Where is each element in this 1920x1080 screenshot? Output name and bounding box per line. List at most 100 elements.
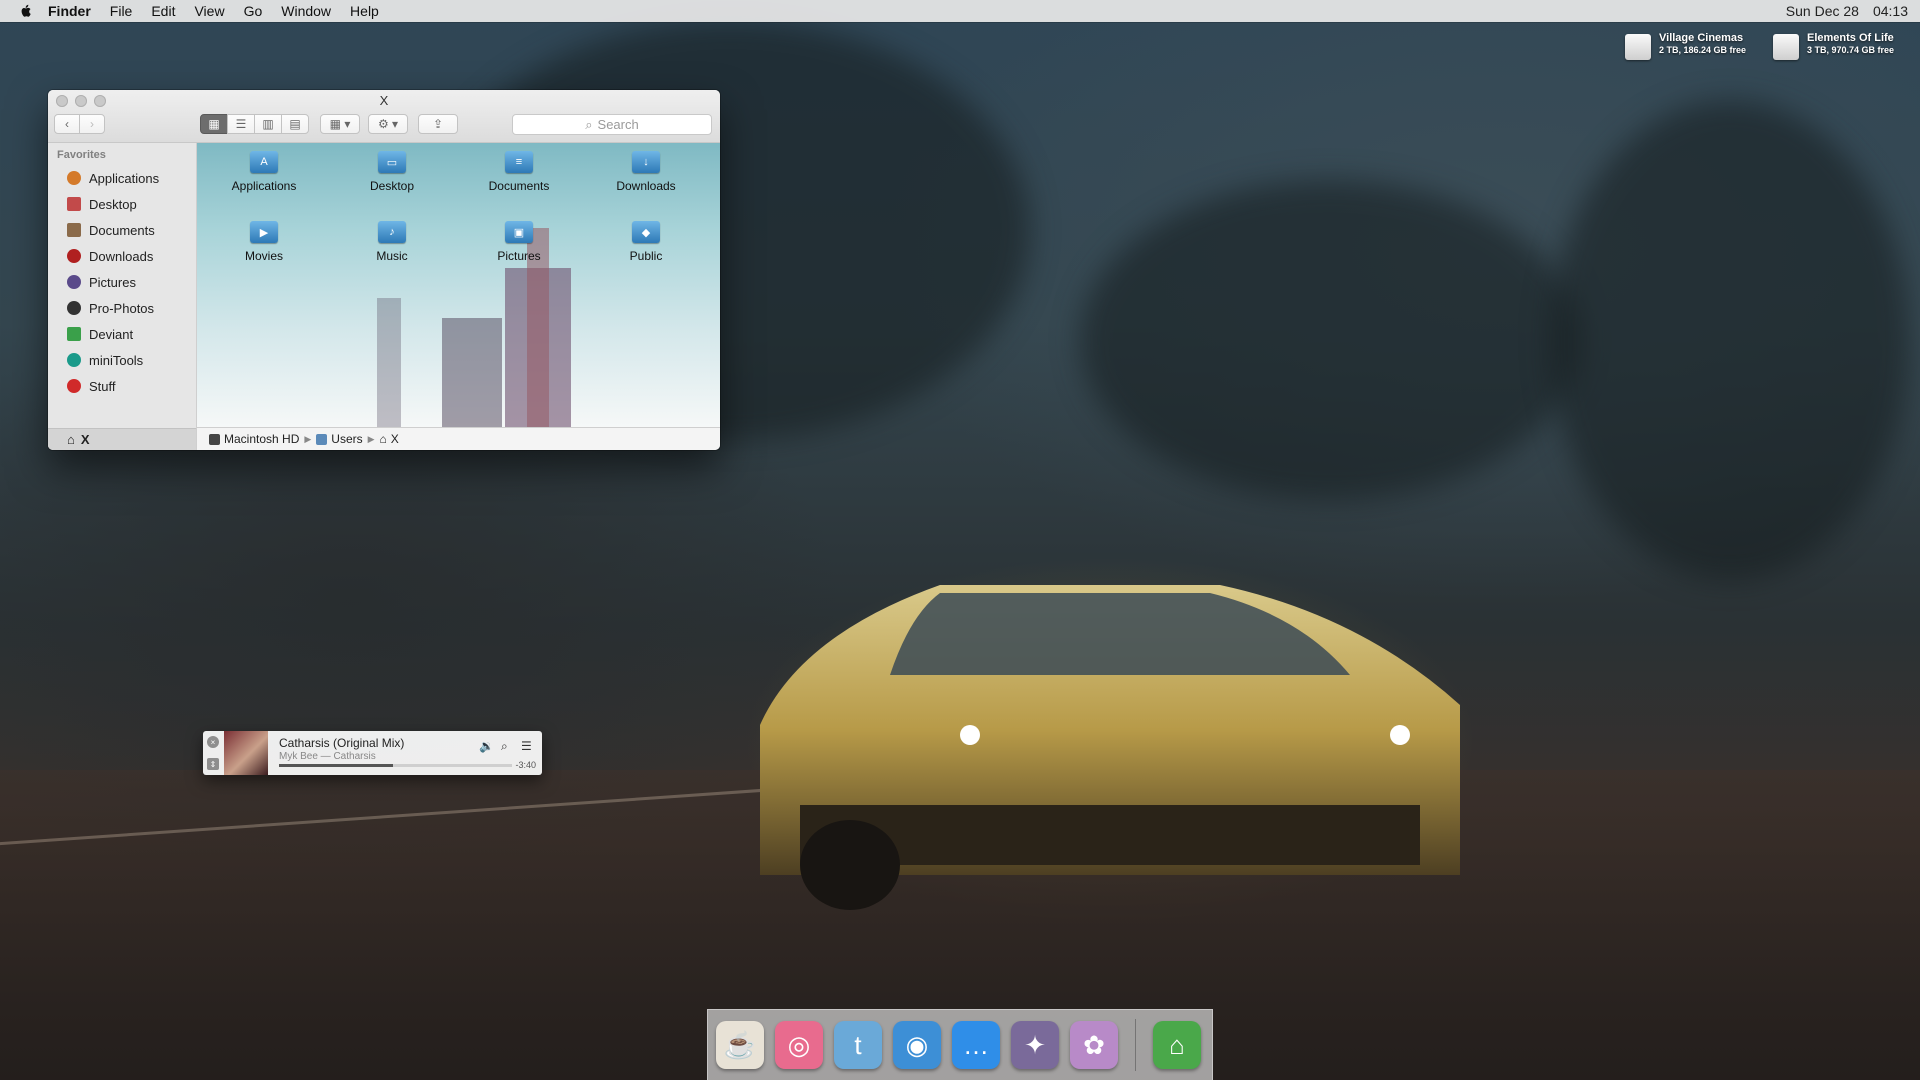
- search-icon[interactable]: ⌕: [501, 739, 508, 754]
- path-item-users[interactable]: Users: [316, 432, 363, 446]
- drive-village-cinemas[interactable]: Village Cinemas 2 TB, 186.24 GB free: [1625, 32, 1746, 60]
- hard-drive-icon: [1773, 34, 1799, 60]
- sidebar-item-label: Pro-Photos: [89, 300, 155, 316]
- folder-pictures[interactable]: ▣ Pictures: [464, 213, 574, 263]
- path-item-home[interactable]: ⌂ X: [380, 432, 399, 446]
- downloads-folder-icon: ↓: [632, 151, 660, 173]
- volume-icon[interactable]: 🔉: [479, 739, 494, 753]
- menu-window[interactable]: Window: [281, 3, 331, 19]
- notes-jar-app-icon[interactable]: t: [834, 1021, 882, 1069]
- forward-button[interactable]: ›: [79, 114, 105, 134]
- menu-help[interactable]: Help: [350, 3, 379, 19]
- folder-label: Desktop: [369, 179, 415, 193]
- cupcake-app-icon[interactable]: ✿: [1070, 1021, 1118, 1069]
- desktop-folder-icon: ▭: [378, 151, 406, 173]
- path-bar: Macintosh HD ▶ Users ▶ ⌂ X: [197, 427, 720, 450]
- folder-documents[interactable]: ≡ Documents: [464, 143, 574, 193]
- chevron-left-icon: ‹: [65, 117, 69, 131]
- progress-fill: [279, 764, 394, 767]
- icon-view-button[interactable]: ▦: [200, 114, 228, 134]
- stuff-icon: [67, 379, 81, 393]
- column-view-button[interactable]: ▥: [254, 114, 282, 134]
- mini-player: × ⇕ Catharsis (Original Mix) Myk Bee — C…: [203, 731, 542, 775]
- folder-movies[interactable]: ▶ Movies: [209, 213, 319, 263]
- preview-photos-app-icon[interactable]: ✦: [1011, 1021, 1059, 1069]
- sidebar-item-minitools[interactable]: miniTools: [48, 347, 196, 373]
- wallpaper-tree: [1550, 100, 1910, 580]
- menu-file[interactable]: File: [110, 3, 133, 19]
- minitools-icon: [67, 353, 81, 367]
- sidebar-item-label: Desktop: [89, 196, 137, 212]
- sidebar-footer-home[interactable]: ⌂ X: [48, 428, 196, 450]
- pro-photos-icon: [67, 301, 81, 315]
- folder-applications[interactable]: A Applications: [209, 143, 319, 193]
- home-icon: ⌂: [67, 432, 75, 447]
- columns-icon: ▥: [262, 117, 274, 131]
- menu-go[interactable]: Go: [244, 3, 263, 19]
- sidebar-item-label: Stuff: [89, 378, 116, 394]
- trash-icon[interactable]: ⌂: [1153, 1021, 1201, 1069]
- time-remaining: -3:40: [515, 760, 536, 770]
- folder-label: Downloads: [616, 179, 676, 193]
- track-title: Catharsis (Original Mix): [279, 736, 405, 750]
- search-field[interactable]: ⌕ Search: [512, 114, 712, 135]
- folder-desktop[interactable]: ▭ Desktop: [337, 143, 447, 193]
- player-close-button[interactable]: ×: [207, 736, 219, 748]
- sidebar-item-downloads[interactable]: Downloads: [48, 243, 196, 269]
- applications-icon: [67, 171, 81, 185]
- clock-time: 04:13: [1872, 3, 1908, 19]
- background-skyline: [377, 298, 401, 428]
- playlist-icon[interactable]: ☰: [521, 739, 532, 753]
- path-separator-icon: ▶: [367, 433, 375, 444]
- list-icon: ☰: [235, 117, 247, 131]
- sidebar-item-stuff[interactable]: Stuff: [48, 373, 196, 399]
- sidebar-item-documents[interactable]: Documents: [48, 217, 196, 243]
- folder-label: Pictures: [497, 249, 541, 263]
- music-player-app-icon[interactable]: ◉: [893, 1021, 941, 1069]
- cover-flow-button[interactable]: ▤: [281, 114, 309, 134]
- sidebar-item-applications[interactable]: Applications: [48, 165, 196, 191]
- sidebar-item-pro-photos[interactable]: Pro-Photos: [48, 295, 196, 321]
- wallpaper-road-line: [0, 775, 959, 848]
- menu-clock[interactable]: Sun Dec 28 04:13: [1786, 3, 1908, 19]
- window-title: X: [379, 93, 389, 108]
- pictures-folder-icon: ▣: [505, 221, 533, 243]
- path-item-macintosh-hd[interactable]: Macintosh HD: [209, 432, 299, 446]
- drive-info: 2 TB, 186.24 GB free: [1659, 45, 1747, 55]
- menu-view[interactable]: View: [194, 3, 224, 19]
- sidebar-item-label: Pictures: [89, 274, 136, 290]
- playback-progress-bar[interactable]: [279, 764, 512, 767]
- sidebar-item-pictures[interactable]: Pictures: [48, 269, 196, 295]
- path-label: Users: [331, 432, 363, 446]
- music-folder-icon: ♪: [378, 221, 406, 243]
- share-button[interactable]: ⇪: [418, 114, 458, 134]
- arrange-button[interactable]: ▦ ▾: [320, 114, 360, 134]
- sidebar-item-label: Documents: [89, 222, 155, 238]
- drive-name: Elements Of Life: [1807, 32, 1894, 44]
- track-artist-album: Myk Bee — Catharsis: [279, 751, 376, 762]
- list-view-button[interactable]: ☰: [227, 114, 255, 134]
- coffee-app-icon[interactable]: ☕: [716, 1021, 764, 1069]
- finder-toolbar: X ‹ › ▦ ☰ ▥ ▤ ▦ ▾ ⚙ ▾ ⇪ ⌕ Search: [48, 90, 720, 143]
- folder-downloads[interactable]: ↓ Downloads: [591, 143, 701, 193]
- drive-name: Village Cinemas: [1659, 32, 1744, 44]
- player-expand-button[interactable]: ⇕: [207, 758, 219, 770]
- messages-app-icon[interactable]: …: [952, 1021, 1000, 1069]
- applications-folder-icon: A: [250, 151, 278, 173]
- apple-logo-icon[interactable]: [18, 3, 34, 19]
- donut-app-icon[interactable]: ◎: [775, 1021, 823, 1069]
- folder-public[interactable]: ◆ Public: [591, 213, 701, 263]
- folder-music[interactable]: ♪ Music: [337, 213, 447, 263]
- sidebar-item-desktop[interactable]: Desktop: [48, 191, 196, 217]
- back-button[interactable]: ‹: [54, 114, 80, 134]
- drive-elements-of-life[interactable]: Elements Of Life 3 TB, 970.74 GB free: [1773, 32, 1894, 60]
- album-art[interactable]: [224, 731, 268, 775]
- action-button[interactable]: ⚙ ▾: [368, 114, 408, 134]
- menu-edit[interactable]: Edit: [151, 3, 175, 19]
- sidebar-item-label: Applications: [89, 170, 160, 186]
- menu-finder[interactable]: Finder: [48, 3, 91, 19]
- sidebar-item-deviant[interactable]: Deviant: [48, 321, 196, 347]
- folder-label: Movies: [244, 249, 283, 263]
- home-label: X: [80, 432, 90, 447]
- view-mode-selector: ▦ ☰ ▥ ▤: [200, 114, 309, 134]
